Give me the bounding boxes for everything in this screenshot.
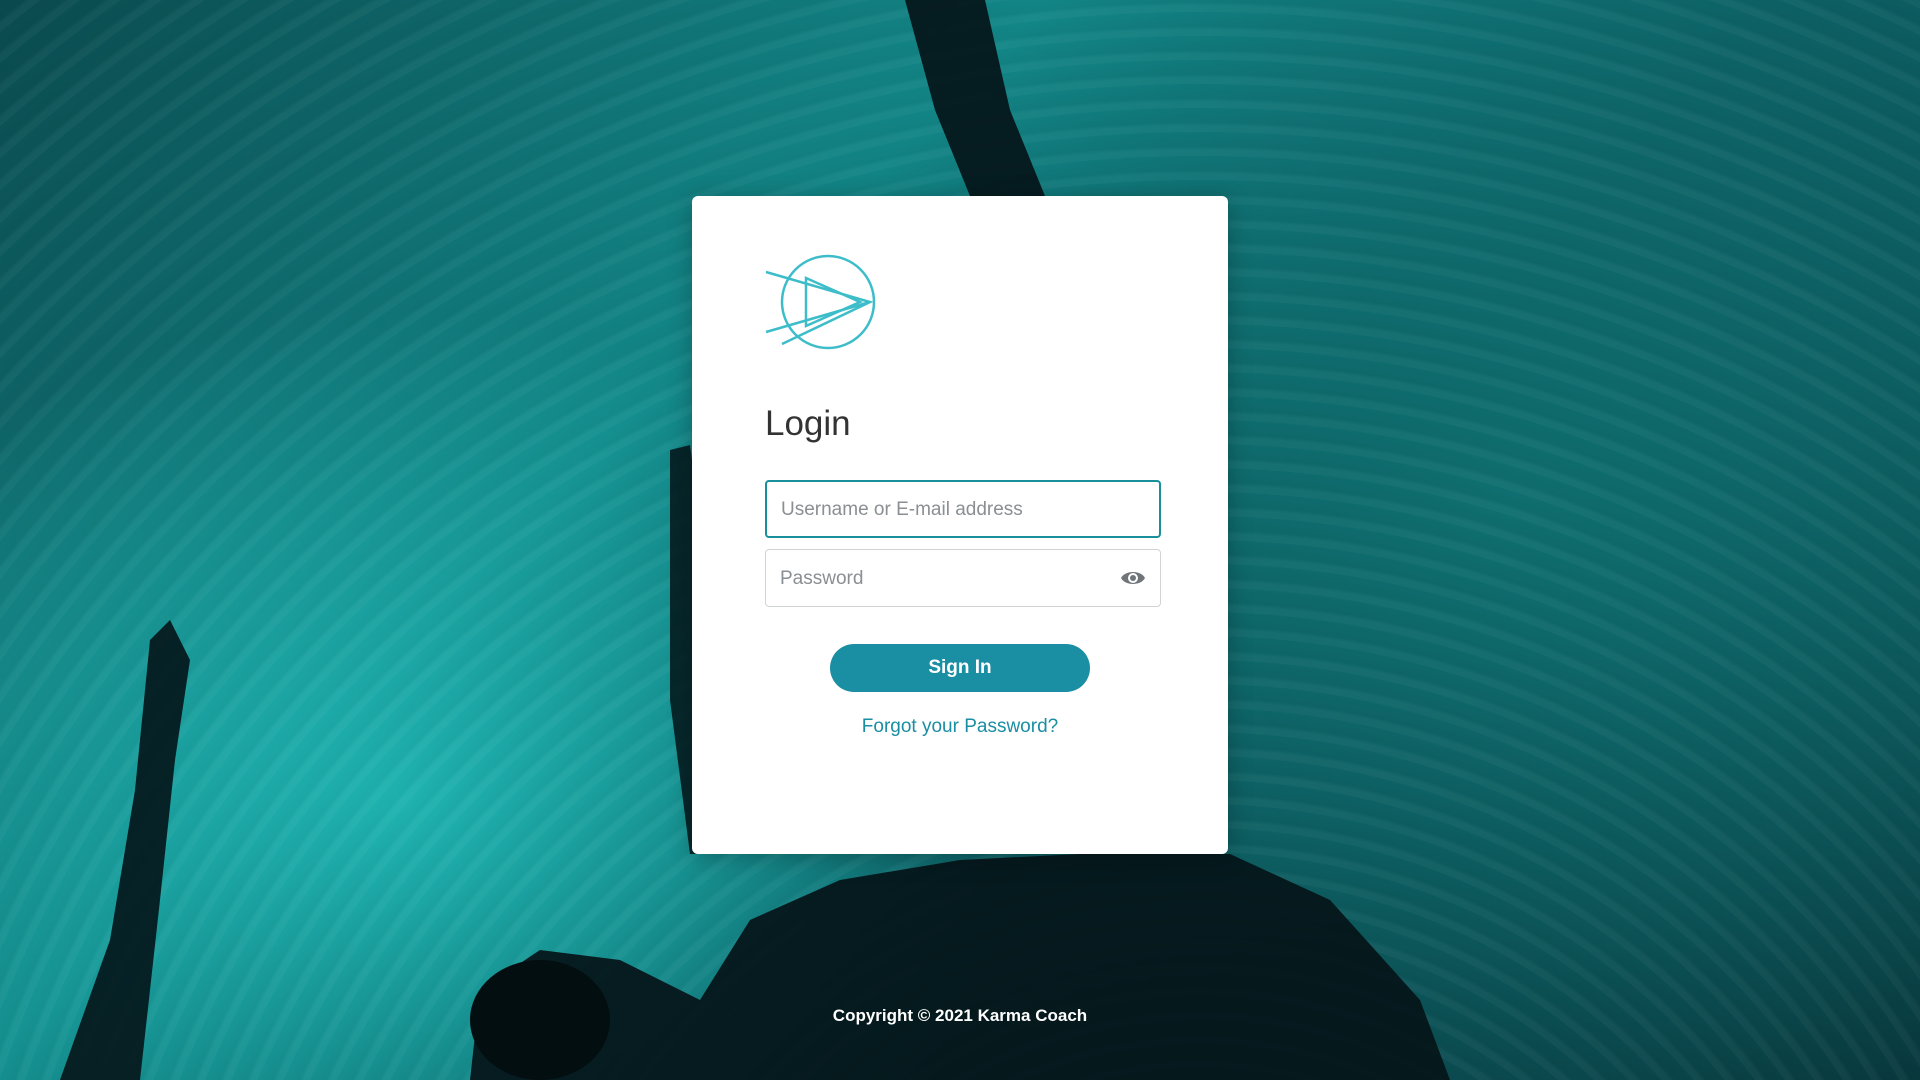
- sign-in-button[interactable]: Sign In: [830, 644, 1090, 692]
- page-title: Login: [765, 404, 851, 443]
- login-card: Login Sign In Forgot your Password?: [692, 196, 1228, 854]
- copyright-text: Copyright © 2021 Karma Coach: [832, 1006, 1088, 1025]
- password-input[interactable]: [778, 550, 1122, 608]
- eye-icon[interactable]: [1120, 567, 1146, 589]
- forgot-password-link[interactable]: Forgot your Password?: [692, 716, 1228, 738]
- username-field[interactable]: [765, 480, 1161, 538]
- play-arrow-circle-logo: [765, 254, 876, 350]
- password-field[interactable]: [765, 549, 1161, 608]
- username-input[interactable]: [779, 482, 1123, 538]
